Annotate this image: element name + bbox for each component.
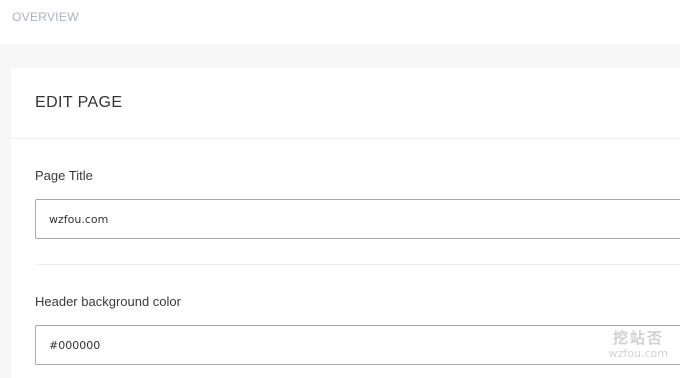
overview-link[interactable]: OVERVIEW: [12, 10, 79, 24]
watermark-logo: 挖站否 wzfou.com: [609, 329, 668, 360]
page-title: EDIT PAGE: [35, 94, 123, 111]
page-title-label: Page Title: [35, 168, 93, 183]
page-title-input[interactable]: [35, 199, 680, 239]
header-bg-color-input[interactable]: [35, 325, 680, 365]
field-divider: [35, 264, 680, 265]
header-bg-color-label: Header background color: [35, 294, 181, 309]
card-header: EDIT PAGE: [11, 68, 680, 139]
edit-page-card: EDIT PAGE Page Title Header background c…: [11, 68, 680, 378]
watermark-url: wzfou.com: [608, 347, 668, 360]
top-bar: OVERVIEW: [0, 0, 680, 44]
watermark-logo-text: 挖站否: [612, 329, 664, 347]
